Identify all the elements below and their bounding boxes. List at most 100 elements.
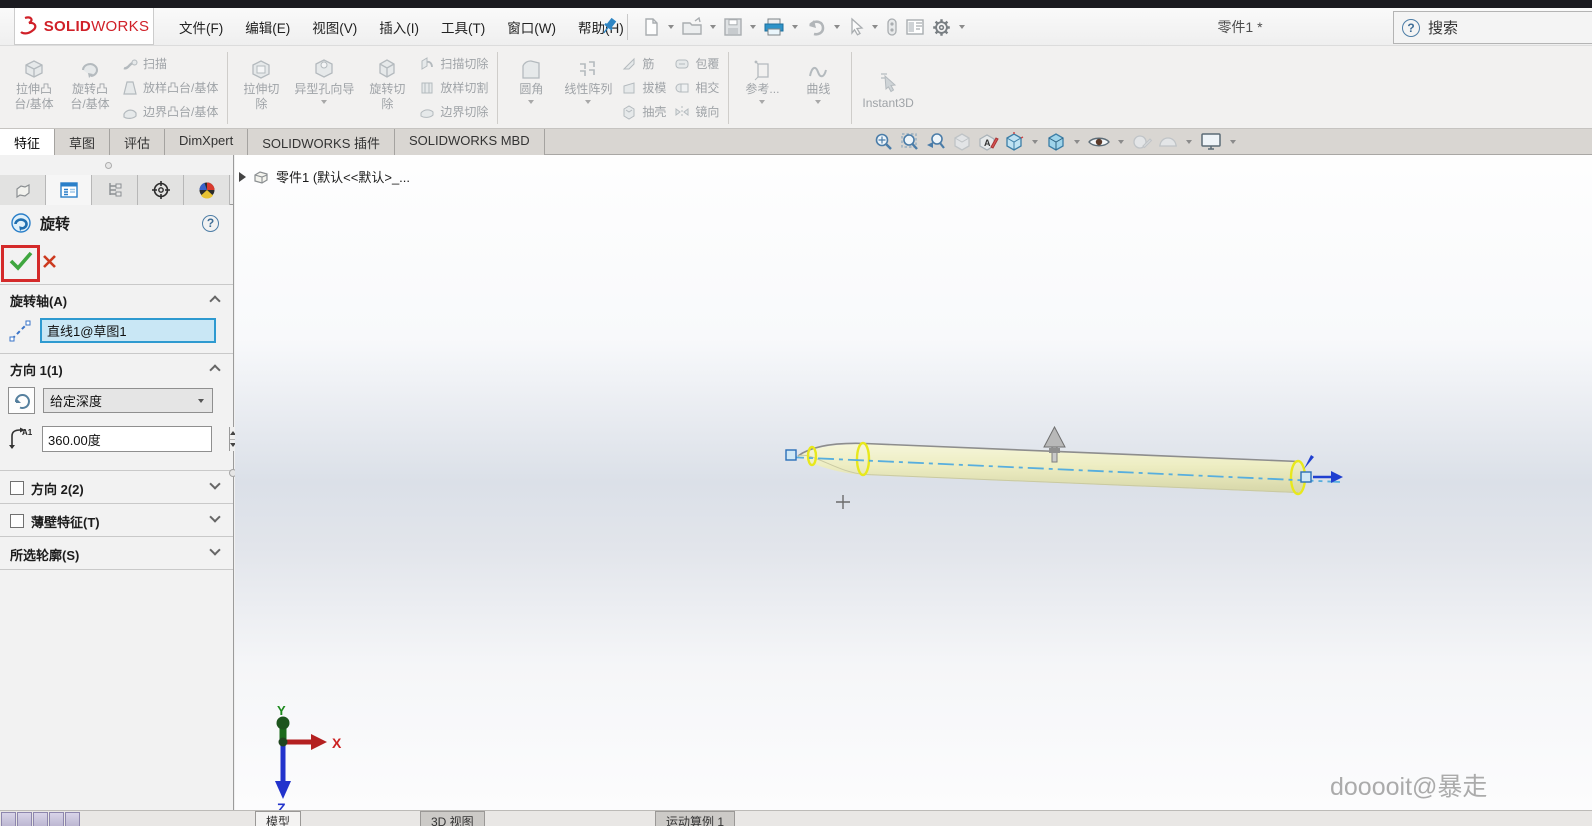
tab-featuremanager[interactable] — [0, 175, 46, 205]
view-settings-button[interactable] — [1198, 131, 1224, 153]
nav-button[interactable] — [49, 812, 64, 826]
right-endpoint-handle[interactable] — [1300, 455, 1343, 483]
sweep-cut-button[interactable]: 扫描切除 — [419, 53, 488, 75]
extruded-boss-button[interactable]: 拉伸凸 台/基体 — [6, 50, 62, 126]
revolved-boss-button[interactable]: 旋转凸 台/基体 — [62, 50, 118, 126]
undo-button[interactable] — [802, 15, 830, 39]
collapse-chevron-icon[interactable] — [209, 295, 221, 307]
pin-menu-icon[interactable] — [600, 16, 618, 41]
zoom-area-button[interactable] — [898, 131, 922, 153]
solidworks-logo[interactable]: SOLIDWORKS — [14, 8, 154, 45]
reverse-direction-button[interactable] — [8, 387, 35, 414]
tab-displaymanager[interactable] — [184, 175, 230, 205]
extruded-cut-button[interactable]: 拉伸切 除 — [233, 50, 289, 126]
angle-input[interactable] — [43, 427, 229, 451]
expand-chevron-icon[interactable] — [209, 511, 221, 523]
search-box[interactable]: ? 搜索 — [1393, 11, 1592, 44]
nav-button[interactable] — [33, 812, 48, 826]
collapse-chevron-icon[interactable] — [209, 364, 221, 376]
tab-model[interactable]: 模型 — [255, 811, 302, 826]
thin-feature-checkbox[interactable] — [10, 514, 24, 528]
direction2-checkbox[interactable] — [10, 481, 24, 495]
save-caret[interactable] — [750, 25, 756, 29]
view-orientation-button[interactable] — [1002, 131, 1026, 153]
tab-features[interactable]: 特征 — [0, 129, 56, 155]
panel-grip[interactable] — [0, 155, 233, 175]
fillet-button[interactable]: 圆角 — [503, 50, 559, 126]
end-condition-select[interactable]: 给定深度 — [43, 388, 213, 413]
options-gear-button[interactable] — [928, 15, 955, 40]
axis-section-header[interactable]: 旋转轴(A) — [0, 285, 233, 314]
display-style-caret[interactable] — [1074, 140, 1080, 144]
expand-chevron-icon[interactable] — [209, 544, 221, 556]
graphics-viewport[interactable]: 零件1 (默认<<默认>_... X Y Z dooooit@暴走 — [235, 155, 1592, 810]
xpert-button[interactable] — [882, 15, 902, 39]
direction2-section-header[interactable]: 方向 2(2) — [0, 471, 233, 503]
select-button[interactable] — [844, 15, 868, 39]
undo-caret[interactable] — [834, 25, 840, 29]
cancel-button[interactable] — [42, 254, 57, 274]
curves-caret[interactable] — [815, 100, 822, 104]
curves-button[interactable]: 曲线 — [790, 50, 846, 126]
previous-view-button[interactable] — [924, 131, 948, 153]
open-button[interactable] — [678, 15, 706, 39]
hide-show-items-button[interactable] — [1086, 131, 1112, 153]
annotation-views-button[interactable]: A — [976, 131, 1000, 153]
draft-button[interactable]: 拔模 — [621, 77, 666, 99]
selected-contours-section-header[interactable]: 所选轮廓(S) — [0, 537, 233, 569]
display-style-button[interactable] — [1044, 131, 1068, 153]
help-icon[interactable]: ? — [1402, 18, 1420, 37]
tab-dimxpert[interactable]: DimXpert — [165, 129, 249, 155]
linear-pattern-caret[interactable] — [585, 100, 592, 104]
boundary-cut-button[interactable]: 边界切除 — [419, 101, 488, 123]
new-document-caret[interactable] — [668, 25, 674, 29]
nav-button[interactable] — [17, 812, 32, 826]
view-settings-caret[interactable] — [1230, 140, 1236, 144]
nav-button[interactable] — [1, 812, 16, 826]
linear-pattern-button[interactable]: 线性阵列 — [559, 50, 617, 126]
print-button[interactable] — [760, 15, 788, 39]
mirror-button[interactable]: 镜向 — [674, 101, 719, 123]
apply-scene-caret[interactable] — [1186, 140, 1192, 144]
reference-geometry-button[interactable]: 参考... — [734, 50, 790, 126]
tab-sketch[interactable]: 草图 — [55, 129, 111, 155]
sweep-button[interactable]: 扫描 — [122, 53, 218, 75]
view-orientation-caret[interactable] — [1032, 140, 1038, 144]
loft-button[interactable]: 放样凸台/基体 — [122, 77, 218, 99]
tab-propertymanager[interactable] — [46, 175, 92, 205]
search-label[interactable]: 搜索 — [1428, 17, 1458, 38]
rib-button[interactable]: 筋 — [621, 53, 666, 75]
print-caret[interactable] — [792, 25, 798, 29]
tab-evaluate[interactable]: 评估 — [110, 129, 166, 155]
hole-wizard-button[interactable]: 异型孔向导 — [289, 50, 359, 126]
menu-view[interactable]: 视图(V) — [301, 13, 368, 41]
taskpane-button[interactable] — [902, 15, 928, 39]
tab-dimxpertmanager[interactable] — [138, 175, 184, 205]
new-document-button[interactable] — [638, 15, 664, 39]
hide-show-items-caret[interactable] — [1118, 140, 1124, 144]
nav-button[interactable] — [65, 812, 80, 826]
tab-mbd[interactable]: SOLIDWORKS MBD — [394, 129, 545, 155]
save-button[interactable] — [720, 15, 746, 39]
menu-file[interactable]: 文件(F) — [168, 13, 234, 41]
options-caret[interactable] — [959, 25, 965, 29]
thin-feature-section-header[interactable]: 薄壁特征(T) — [0, 504, 233, 536]
direction1-section-header[interactable]: 方向 1(1) — [0, 354, 233, 383]
section-view-button[interactable] — [950, 131, 974, 153]
hole-wizard-caret[interactable] — [321, 100, 328, 104]
intersect-button[interactable]: 相交 — [674, 77, 719, 99]
apply-scene-button[interactable] — [1156, 131, 1180, 153]
tab-configurationmanager[interactable] — [92, 175, 138, 205]
menu-insert[interactable]: 插入(I) — [368, 13, 430, 41]
pm-help-icon[interactable]: ? — [202, 214, 219, 232]
left-endpoint-handle[interactable] — [785, 449, 797, 461]
loft-cut-button[interactable]: 放样切割 — [419, 77, 488, 99]
fillet-caret[interactable] — [528, 100, 535, 104]
menu-window[interactable]: 窗口(W) — [496, 13, 567, 41]
menu-edit[interactable]: 编辑(E) — [234, 13, 301, 41]
axis-selection-input[interactable] — [40, 318, 216, 343]
tab-motion-study[interactable]: 运动算例 1 — [655, 811, 736, 826]
wrap-button[interactable]: 包覆 — [674, 53, 719, 75]
zoom-fit-button[interactable] — [872, 131, 896, 153]
shell-button[interactable]: 抽壳 — [621, 101, 666, 123]
